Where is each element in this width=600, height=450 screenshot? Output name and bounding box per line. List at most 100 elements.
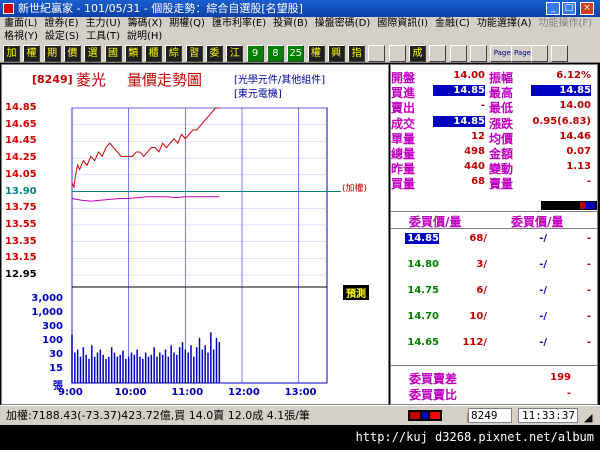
bid-qty: 10/	[469, 311, 487, 322]
ask-qty: -	[586, 233, 591, 244]
stock-code-input[interactable]: 8249	[468, 408, 512, 423]
quote-value: 14.85	[531, 85, 591, 97]
volume-tick-label: 1,000	[31, 307, 63, 318]
bid-qty: 3/	[476, 259, 487, 270]
volume-tick-label: 30	[49, 349, 63, 360]
toolbar-button-12[interactable]: 9	[246, 45, 264, 62]
order-ratio-value: -	[566, 388, 571, 399]
toolbar-button-21[interactable]	[429, 45, 447, 62]
maximize-button[interactable]: □	[562, 2, 576, 15]
toolbar-button-27[interactable]	[551, 45, 569, 62]
bid-qty: 6/	[476, 285, 487, 296]
quote-value: 14.46	[559, 130, 591, 142]
quote-value: 14.00	[453, 70, 485, 81]
toolbar-button-1[interactable]: 權	[23, 45, 41, 62]
toolbar-button-2[interactable]: 期	[43, 45, 61, 62]
bid-qty: 68/	[469, 233, 487, 244]
toolbar-button-15[interactable]: 權	[307, 45, 325, 62]
toolbar-button-11[interactable]: 江	[226, 45, 244, 62]
menu-item-10[interactable]: 功能選擇(A)	[477, 18, 532, 29]
menu2-item-0[interactable]: 格視(Y)	[4, 31, 38, 42]
quote-value: 14.85	[433, 115, 485, 127]
price-tick-label: 14.65	[5, 118, 37, 130]
toolbar-button-16[interactable]: 興	[327, 45, 345, 62]
bid-price[interactable]: 14.75	[405, 285, 439, 296]
toolbar: 加權期價選國類櫃綜習委江 9 8 25 權興指成 Page Page	[0, 43, 600, 63]
quote-label: 買量	[391, 177, 416, 192]
bid-price[interactable]: 14.70	[405, 311, 439, 322]
menu-item-4[interactable]: 期權(Q)	[169, 18, 205, 29]
menu2-item-3[interactable]: 說明(H)	[127, 31, 162, 42]
menu-item-3[interactable]: 籌碼(X)	[128, 18, 163, 29]
menu-item-7[interactable]: 操盤密碼(D)	[315, 18, 371, 29]
menu2-item-2[interactable]: 工具(T)	[86, 31, 120, 42]
toolbar-button-6[interactable]: 類	[124, 45, 142, 62]
menu-item-11[interactable]: 功能操作(F)	[539, 18, 593, 29]
minimize-button[interactable]: _	[546, 2, 560, 15]
toolbar-button-0[interactable]: 加	[3, 45, 20, 62]
menu-item-9[interactable]: 金融(C)	[435, 18, 470, 29]
order-ratio-label: 委買賣比	[409, 388, 458, 402]
menu-item-1[interactable]: 證券(E)	[44, 18, 78, 29]
volume-unit-label: 張	[53, 381, 63, 392]
toolbar-button-19[interactable]	[388, 45, 406, 62]
toolbar-button-10[interactable]: 委	[206, 45, 223, 62]
toolbar-button-4[interactable]: 選	[84, 45, 102, 62]
toolbar-button-17[interactable]: 指	[348, 45, 366, 62]
status-bar: 加權:7188.43(-73.37)423.72億,買 14.0賣 12.0成 …	[0, 405, 600, 425]
toolbar-button-23[interactable]	[469, 45, 487, 62]
toolbar-button-3[interactable]: 價	[63, 45, 81, 62]
toolbar-button-7[interactable]: 櫃	[145, 45, 163, 62]
bid-price[interactable]: 14.80	[405, 259, 439, 270]
menu-bar-row2: 格視(Y) 設定(S) 工具(T) 說明(H)	[0, 30, 600, 43]
menu2-item-1[interactable]: 設定(S)	[45, 31, 79, 42]
toolbar-button-8[interactable]: 綜	[165, 45, 183, 62]
bid-qty: 112/	[462, 337, 487, 348]
clock: 11:33:37	[518, 408, 578, 423]
quote-value: 0.95(6.83)	[532, 115, 592, 127]
price-tick-label: 12.95	[5, 269, 37, 280]
bid-price[interactable]: 14.85	[405, 233, 439, 244]
menu-item-5[interactable]: 匯市利率(E)	[212, 18, 266, 29]
quote-value: 498	[464, 146, 485, 157]
toolbar-button-13[interactable]: 8	[266, 45, 284, 62]
toolbar-button-18[interactable]	[368, 45, 386, 62]
forecast-label[interactable]: 預測	[343, 285, 369, 300]
toolbar-button-9[interactable]: 習	[185, 45, 203, 62]
price-tick-label: 14.45	[5, 135, 37, 147]
bid-price[interactable]: 14.65	[405, 337, 439, 348]
ask-price: -/	[539, 337, 547, 348]
index-legend-label: (加權)	[342, 184, 368, 194]
window-title: 新世紀贏家 - 101/05/31 - 個股走勢：綜合自選股[名望股]	[18, 2, 303, 15]
volume-tick-label: 100	[42, 335, 63, 346]
chart-panel: [8249] 菱光 量價走勢圖 [光學元件/其他組件] [東元電機] (加權) …	[1, 64, 389, 405]
order-diff-value: 199	[550, 372, 571, 383]
menu-item-2[interactable]: 主力(U)	[86, 18, 121, 29]
menu-bar-row1: 畫面(L) 證券(E) 主力(U) 籌碼(X) 期權(Q) 匯市利率(E) 投資(B) 操盤密…	[0, 17, 600, 30]
menu-item-8[interactable]: 國際資訊(I)	[377, 18, 428, 29]
price-tick-label: 14.05	[5, 168, 37, 180]
ask-price: -/	[539, 259, 547, 270]
volume-tick-label: 3,000	[31, 293, 63, 304]
toolbar-button-26[interactable]	[530, 45, 548, 62]
price-tick-label: 13.15	[5, 252, 37, 264]
window-titlebar: 新世紀贏家 - 101/05/31 - 個股走勢：綜合自選股[名望股] _ □ …	[0, 0, 600, 17]
quote-value: 1.13	[566, 161, 591, 173]
toolbar-button-5[interactable]: 國	[104, 45, 122, 62]
price-tick-label: 13.75	[5, 202, 37, 214]
toolbar-button-14[interactable]: 25	[287, 45, 305, 62]
quote-value: 6.12%	[556, 70, 591, 81]
volume-tick-label: 300	[42, 321, 63, 332]
quote-value: -	[480, 100, 485, 112]
toolbar-button-22[interactable]	[449, 45, 467, 62]
quote-value: 0.07	[566, 146, 591, 157]
toolbar-button-20[interactable]: 成	[409, 45, 426, 62]
close-button[interactable]: ×	[580, 2, 594, 15]
time-tick-label: 10:00	[114, 387, 147, 398]
menu-item-6[interactable]: 投資(B)	[273, 18, 308, 29]
order-diff-label: 委買賣差	[409, 372, 458, 386]
quote-value: -	[586, 176, 591, 188]
app-icon	[3, 3, 14, 14]
menu-item-0[interactable]: 畫面(L)	[4, 18, 37, 29]
status-color-bar	[408, 410, 442, 421]
